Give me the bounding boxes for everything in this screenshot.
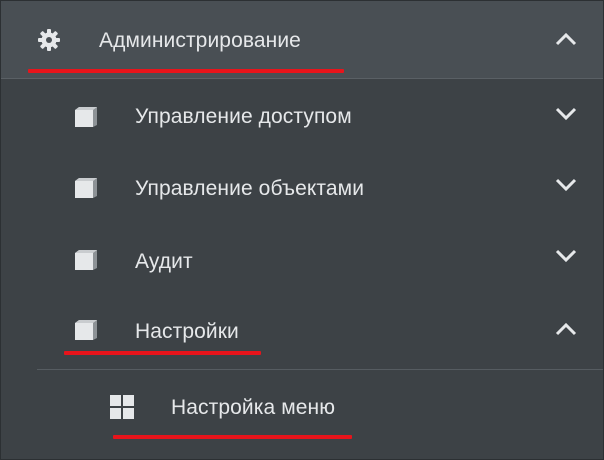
chevron-down-icon[interactable] (555, 249, 577, 263)
chevron-up-icon[interactable] (555, 32, 577, 46)
chevron-up-icon[interactable] (555, 322, 577, 336)
chevron-down-icon[interactable] (555, 178, 577, 192)
menu-subitem-menu-settings-label: Настройка меню (171, 396, 336, 419)
divider (37, 369, 603, 370)
active-underline-menu-settings (113, 435, 352, 439)
book-icon (73, 249, 99, 276)
menu-item-object-management-label: Управление объектами (135, 177, 365, 200)
grid-icon (110, 395, 134, 424)
book-icon (73, 106, 99, 133)
active-underline-administration (28, 69, 344, 73)
menu-item-audit[interactable]: Аудит (1, 225, 603, 297)
menu-subitem-menu-settings[interactable]: Настройка меню (1, 371, 603, 443)
menu-item-settings-label: Настройки (135, 320, 239, 343)
menu-item-audit-label: Аудит (135, 250, 193, 273)
menu-item-administration-label: Администрирование (99, 29, 301, 52)
book-icon (73, 177, 99, 204)
book-icon (73, 319, 99, 346)
navigation-menu: Администрирование Управление доступом Уп… (0, 0, 604, 460)
menu-item-administration[interactable]: Администрирование (1, 1, 603, 79)
menu-item-settings[interactable]: Настройки (1, 297, 603, 369)
menu-item-object-management[interactable]: Управление объектами (1, 153, 603, 225)
chevron-down-icon[interactable] (555, 107, 577, 121)
menu-item-access-management[interactable]: Управление доступом (1, 81, 603, 153)
gear-icon (37, 28, 61, 57)
menu-item-access-management-label: Управление доступом (135, 105, 352, 128)
active-underline-settings (64, 351, 261, 355)
